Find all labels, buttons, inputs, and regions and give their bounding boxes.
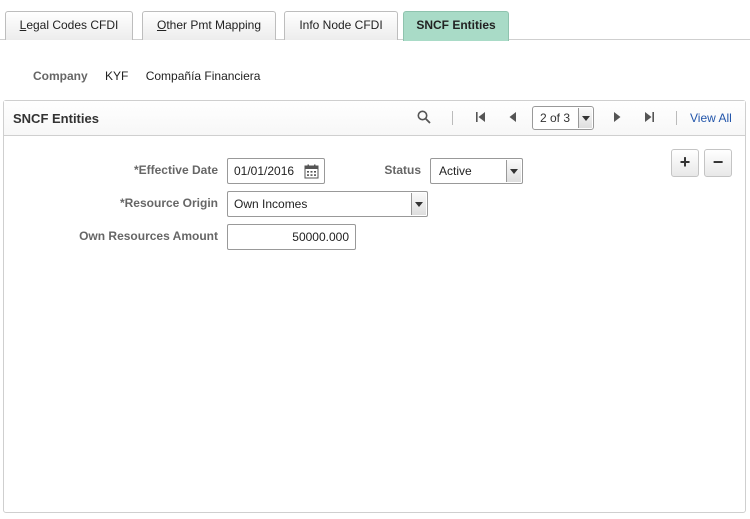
tab-sncf-entities[interactable]: SNCF Entities xyxy=(403,11,509,41)
page-select-value: 2 of 3 xyxy=(540,111,571,125)
chevron-down-icon xyxy=(506,160,521,182)
tab-bar: Legal Codes CFDI Other Pmt Mapping Info … xyxy=(0,0,750,41)
sncf-entities-group: SNCF Entities 2 of 3 View All *Effective… xyxy=(3,100,746,513)
view-all-link[interactable]: View All xyxy=(690,111,732,125)
effective-date-value: 01/01/2016 xyxy=(234,164,295,178)
calendar-icon[interactable] xyxy=(304,163,319,179)
effective-date-field[interactable]: 01/01/2016 xyxy=(227,158,325,184)
page-select[interactable]: 2 of 3 xyxy=(532,106,594,130)
own-resources-amount-field[interactable]: 50000.000 xyxy=(227,224,356,250)
tab-label: Info Node CFDI xyxy=(299,18,383,32)
first-page-icon[interactable] xyxy=(475,111,487,126)
status-label: Status xyxy=(384,163,421,177)
tab-accesskey: O xyxy=(156,18,167,32)
own-resources-amount-label: Own Resources Amount xyxy=(79,229,218,243)
tab-label: SNCF Entities xyxy=(416,18,496,32)
resource-origin-label: *Resource Origin xyxy=(119,196,218,210)
chevron-down-icon xyxy=(578,108,592,128)
tab-label-rest: ther Pmt Mapping xyxy=(166,18,262,32)
last-page-icon[interactable] xyxy=(643,111,655,126)
next-page-icon[interactable] xyxy=(611,111,623,126)
separator xyxy=(452,111,453,125)
company-label: Company xyxy=(33,69,88,83)
group-title: SNCF Entities xyxy=(13,111,99,126)
chevron-down-icon xyxy=(411,193,426,215)
resource-origin-select[interactable]: Own Incomes xyxy=(227,191,428,217)
tab-info-node-cfdi[interactable]: Info Node CFDI xyxy=(284,11,398,40)
group-header: SNCF Entities 2 of 3 View All xyxy=(4,101,745,136)
tab-label-rest: egal Codes CFDI xyxy=(26,18,119,32)
status-select[interactable]: Active xyxy=(430,158,523,184)
tab-legal-codes-cfdi[interactable]: Legal Codes CFDI xyxy=(5,11,133,40)
resource-origin-value: Own Incomes xyxy=(234,197,308,211)
remove-row-button[interactable]: − xyxy=(704,149,732,177)
separator xyxy=(676,111,677,125)
company-code: KYF xyxy=(105,69,129,83)
status-value: Active xyxy=(439,164,472,178)
company-row: Company KYF Compañía Financiera xyxy=(33,69,274,83)
company-name: Compañía Financiera xyxy=(145,69,261,83)
tab-other-pmt-mapping[interactable]: Other Pmt Mapping xyxy=(142,11,276,40)
previous-page-icon[interactable] xyxy=(507,111,519,126)
add-row-button[interactable]: + xyxy=(671,149,699,177)
search-icon[interactable] xyxy=(417,110,431,127)
effective-date-label: *Effective Date xyxy=(133,163,218,177)
